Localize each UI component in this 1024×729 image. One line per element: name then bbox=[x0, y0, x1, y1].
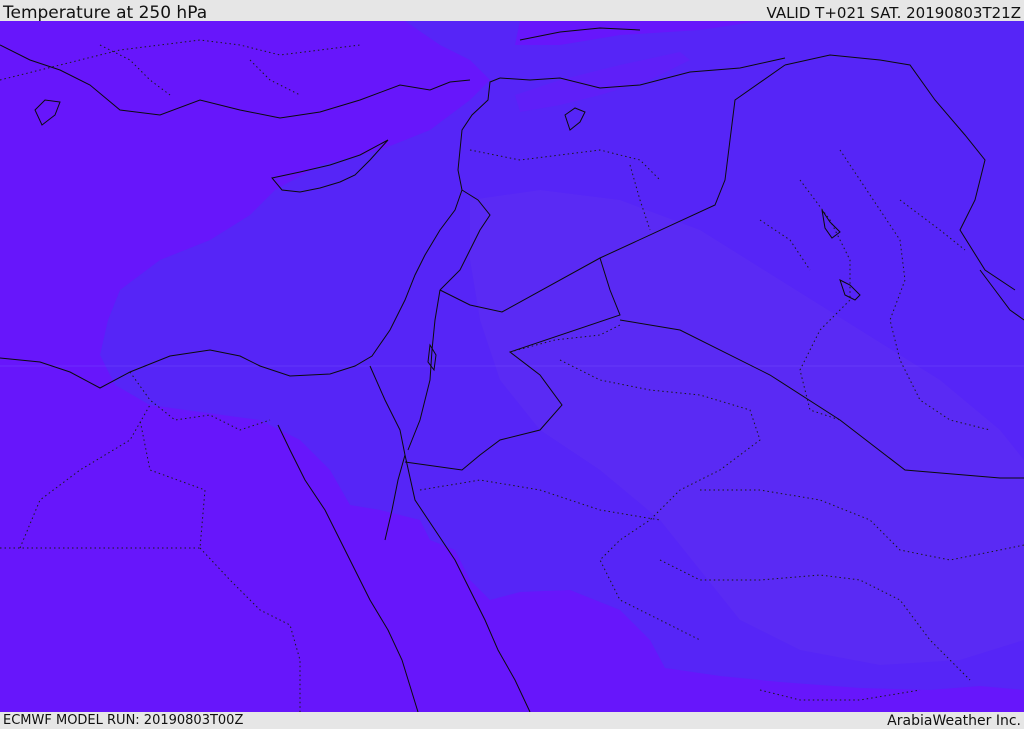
brand-credit: ArabiaWeather Inc. bbox=[887, 713, 1021, 729]
map-title: Temperature at 250 hPa bbox=[3, 3, 208, 23]
model-run-label: ECMWF MODEL RUN: 20190803T00Z bbox=[3, 713, 244, 728]
header-bar: Temperature at 250 hPa VALID T+021 SAT. … bbox=[0, 0, 1024, 23]
footer-bar: ECMWF MODEL RUN: 20190803T00Z ArabiaWeat… bbox=[0, 712, 1024, 729]
weather-map[interactable] bbox=[0, 21, 1024, 712]
